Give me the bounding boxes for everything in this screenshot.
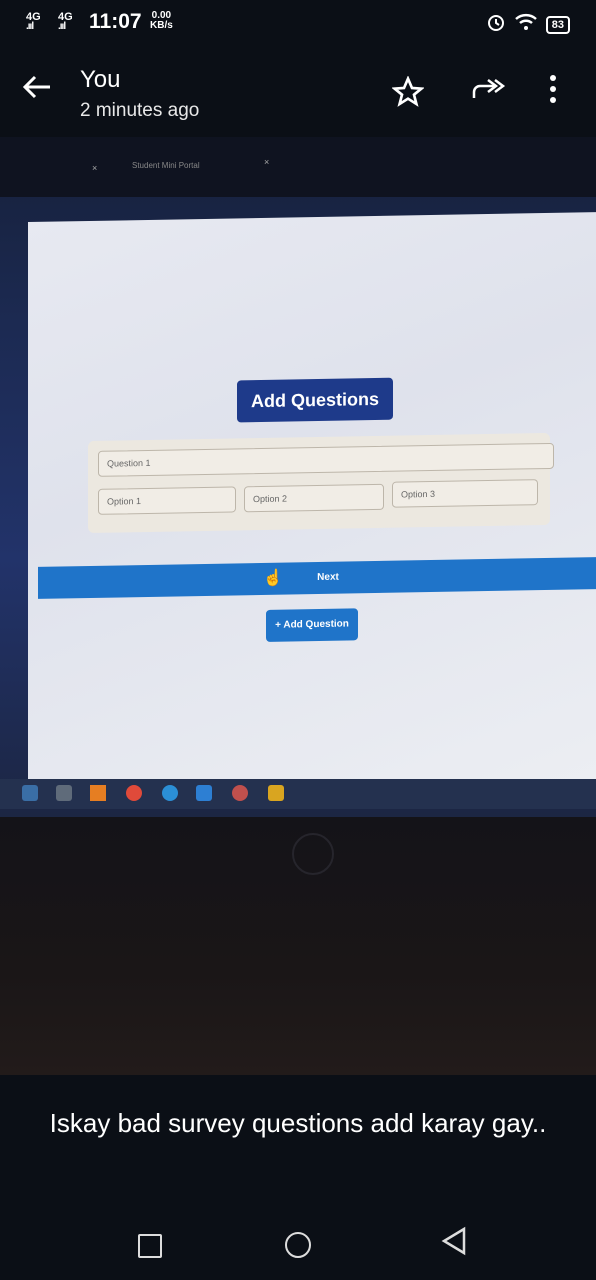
- app-icon: [268, 785, 284, 801]
- sent-time: 2 minutes ago: [80, 100, 200, 121]
- wifi-icon: [514, 13, 538, 36]
- vlc-icon: [90, 785, 106, 801]
- status-icons: 83: [486, 12, 570, 37]
- battery-indicator: 83: [545, 15, 570, 34]
- photo-laptop-body: [0, 817, 596, 1075]
- photo-question-input: Question 1: [98, 442, 554, 477]
- photo-tab-title: Student Mini Portal: [132, 161, 200, 170]
- photo-add-question-button: + Add Question: [266, 608, 358, 642]
- alarm-icon: [486, 12, 506, 37]
- photo-taskbar: [0, 779, 596, 809]
- signal-bars-2: .ııl: [58, 21, 66, 32]
- signal-bars-1: .ııl: [26, 21, 34, 32]
- photo-next-button: Next: [38, 556, 596, 599]
- star-icon[interactable]: [391, 75, 425, 116]
- recents-icon[interactable]: [138, 1234, 162, 1258]
- hand-cursor-icon: ☝: [263, 569, 283, 587]
- photo-monitor-screen: Add Questions Question 1 Option 1 Option…: [28, 211, 596, 793]
- edge-icon: [162, 785, 178, 801]
- tab-close-icon-2: ×: [264, 157, 270, 167]
- vscode-icon: [196, 785, 212, 801]
- photo-option-2: Option 2: [244, 483, 384, 513]
- store-icon: [56, 785, 72, 801]
- photo-question-card: Question 1 Option 1 Option 2 Option 3: [88, 432, 554, 534]
- chrome-icon: [126, 785, 142, 801]
- network-speed: 0.00 KB/s: [150, 11, 173, 31]
- clock: 11:07: [89, 10, 142, 33]
- back-arrow-icon[interactable]: [22, 74, 52, 108]
- speed-unit: KB/s: [150, 20, 173, 31]
- forward-icon[interactable]: [470, 76, 506, 109]
- photo-browser-tabs: × Student Mini Portal ×: [0, 137, 596, 197]
- system-nav-bar: [0, 1208, 596, 1280]
- photo-option-1: Option 1: [98, 486, 236, 515]
- status-bar: 4G .ııl 4G .ııl 11:07 0.00 KB/s 83: [0, 0, 596, 46]
- chat-header: You 2 minutes ago: [0, 46, 596, 136]
- tab-close-icon: ×: [92, 163, 98, 173]
- photo-option-3: Option 3: [392, 479, 538, 508]
- sender-name: You: [80, 66, 121, 93]
- signal-1: 4G .ııl: [26, 12, 41, 32]
- more-options-icon[interactable]: [548, 74, 558, 104]
- shared-photo[interactable]: × Student Mini Portal × Add Questions Qu…: [0, 137, 596, 1075]
- back-triangle-icon[interactable]: [440, 1226, 468, 1264]
- image-caption: Iskay bad survey questions add karay gay…: [49, 1108, 547, 1138]
- signal-2: 4G .ııl: [58, 12, 73, 32]
- hp-logo-icon: [292, 833, 334, 875]
- chrome-icon-2: [232, 785, 248, 801]
- explorer-icon: [22, 785, 38, 801]
- photo-add-questions-heading: Add Questions: [237, 377, 393, 423]
- home-icon[interactable]: [285, 1232, 311, 1258]
